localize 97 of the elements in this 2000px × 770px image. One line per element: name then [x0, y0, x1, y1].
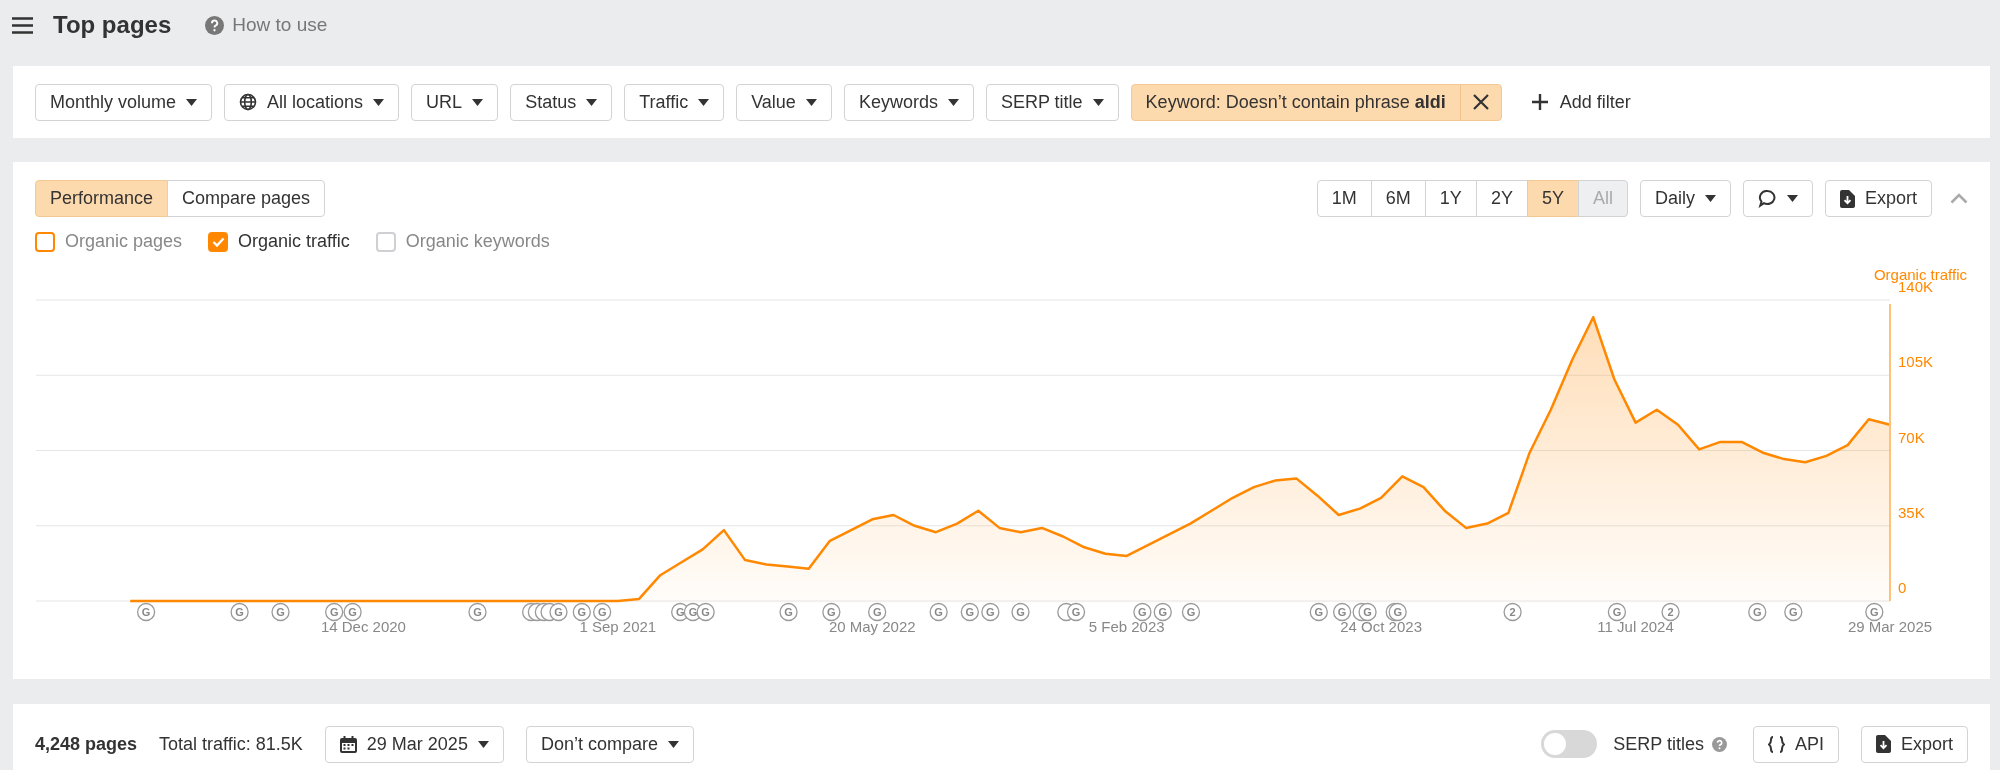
interval-dropdown[interactable]: Daily: [1639, 180, 1731, 217]
compare-dropdown[interactable]: Don’t compare: [525, 725, 694, 763]
filter-dropdown[interactable]: URL: [411, 83, 499, 121]
update-marker[interactable]: G: [593, 602, 612, 622]
pages-count: 4,248 pages: [35, 733, 138, 755]
view-tab[interactable]: Performance: [35, 180, 169, 217]
update-marker[interactable]: G: [230, 602, 249, 622]
menu-icon[interactable]: [12, 16, 33, 34]
serp-titles-label: SERP titles: [1613, 733, 1704, 755]
braces-icon: [1767, 735, 1785, 753]
export-button[interactable]: Export: [1824, 180, 1932, 217]
filter-dropdown[interactable]: Keywords: [843, 83, 974, 121]
globe-icon: [239, 93, 258, 111]
update-marker[interactable]: G: [136, 602, 156, 622]
metric-label: Organic traffic: [238, 231, 350, 252]
range-button[interactable]: 5Y: [1526, 180, 1579, 217]
update-marker[interactable]: 2: [1503, 602, 1522, 622]
calendar-icon: [339, 735, 357, 753]
page-title: Top pages: [53, 11, 172, 39]
y-tick-label: 105K: [1898, 353, 1934, 371]
update-marker[interactable]: G: [960, 602, 979, 622]
annotations-dropdown[interactable]: [1742, 180, 1813, 217]
update-marker[interactable]: G: [1388, 602, 1407, 622]
caret-icon: [586, 98, 598, 106]
check-icon: [211, 236, 225, 247]
filter-dropdown[interactable]: Value: [736, 83, 832, 121]
update-marker[interactable]: G: [1011, 602, 1030, 622]
caret-icon: [477, 740, 489, 748]
caret-icon: [1704, 195, 1716, 202]
caret-icon: [667, 740, 679, 748]
update-marker[interactable]: G: [1607, 602, 1627, 622]
caret-icon: [472, 98, 484, 106]
update-marker[interactable]: G: [271, 602, 290, 622]
update-marker[interactable]: G: [822, 602, 841, 622]
filter-dropdown[interactable]: SERP title: [985, 83, 1119, 121]
range-button[interactable]: 1M: [1316, 180, 1372, 217]
update-marker[interactable]: G: [1066, 602, 1086, 622]
serp-titles-toggle[interactable]: [1541, 730, 1598, 758]
caret-icon: [1092, 98, 1104, 106]
metric-label: Organic pages: [65, 231, 183, 252]
filter-dropdown[interactable]: All locations: [224, 83, 400, 121]
update-marker[interactable]: G: [1865, 602, 1884, 622]
update-marker[interactable]: G: [549, 602, 568, 622]
range-button[interactable]: 2Y: [1475, 180, 1528, 217]
update-marker[interactable]: G: [572, 602, 591, 622]
update-marker[interactable]: 2: [1661, 602, 1680, 622]
update-marker[interactable]: G: [868, 602, 887, 622]
filter-dropdown[interactable]: Monthly volume: [35, 83, 213, 121]
view-tab[interactable]: Compare pages: [167, 180, 326, 217]
update-marker[interactable]: G: [1784, 602, 1803, 622]
update-marker[interactable]: G: [1153, 602, 1172, 622]
series-label: Organic traffic: [1873, 266, 1967, 283]
caret-icon: [947, 98, 959, 106]
add-filter-button[interactable]: Add filter: [1523, 91, 1639, 113]
help-icon[interactable]: [1711, 736, 1727, 752]
speech-bubble-icon: [1757, 189, 1777, 208]
caret-icon: [805, 98, 817, 106]
metric-checkbox[interactable]: [35, 231, 55, 252]
update-marker[interactable]: G: [1333, 602, 1352, 622]
close-icon: [1472, 94, 1489, 110]
export-button[interactable]: Export: [1860, 725, 1968, 763]
plus-icon: [1531, 94, 1548, 110]
update-marker[interactable]: G: [343, 602, 362, 622]
metric-label: Organic keywords: [405, 231, 550, 252]
update-marker[interactable]: G: [1133, 602, 1152, 622]
download-file-icon: [1875, 735, 1891, 753]
caret-icon: [186, 98, 198, 106]
y-tick-label: 0: [1898, 579, 1907, 596]
caret-icon: [698, 98, 710, 106]
date-dropdown[interactable]: 29 Mar 2025: [324, 725, 504, 763]
filter-dropdown[interactable]: Status: [510, 83, 613, 121]
api-button[interactable]: API: [1752, 725, 1839, 763]
collapse-icon[interactable]: [1950, 193, 1968, 204]
update-marker[interactable]: G: [1181, 602, 1201, 622]
range-button[interactable]: 6M: [1370, 180, 1426, 217]
update-marker[interactable]: G: [468, 602, 487, 622]
update-marker[interactable]: G: [929, 602, 948, 622]
how-to-use-link[interactable]: How to use: [232, 14, 328, 36]
y-tick-label: 70K: [1898, 428, 1925, 446]
metric-checkbox[interactable]: [208, 231, 229, 252]
metric-checkbox[interactable]: [375, 231, 396, 252]
update-marker[interactable]: G: [1748, 602, 1767, 622]
filter-chip-label[interactable]: Keyword: Doesn’t contain phrase aldi: [1131, 84, 1460, 120]
filter-dropdown[interactable]: Traffic: [624, 83, 725, 121]
update-marker[interactable]: G: [1358, 602, 1377, 622]
download-file-icon: [1839, 189, 1855, 208]
range-button[interactable]: 1Y: [1424, 180, 1477, 217]
help-icon: [205, 15, 225, 35]
update-marker[interactable]: G: [981, 602, 1000, 622]
y-tick-label: 35K: [1898, 503, 1925, 521]
caret-icon: [373, 98, 385, 106]
update-marker[interactable]: G: [779, 602, 798, 622]
update-marker[interactable]: G: [1309, 602, 1328, 622]
update-marker[interactable]: G: [325, 602, 344, 622]
update-marker[interactable]: G: [696, 602, 715, 622]
total-traffic: Total traffic: 81.5K: [159, 733, 303, 755]
caret-icon: [1786, 195, 1798, 202]
